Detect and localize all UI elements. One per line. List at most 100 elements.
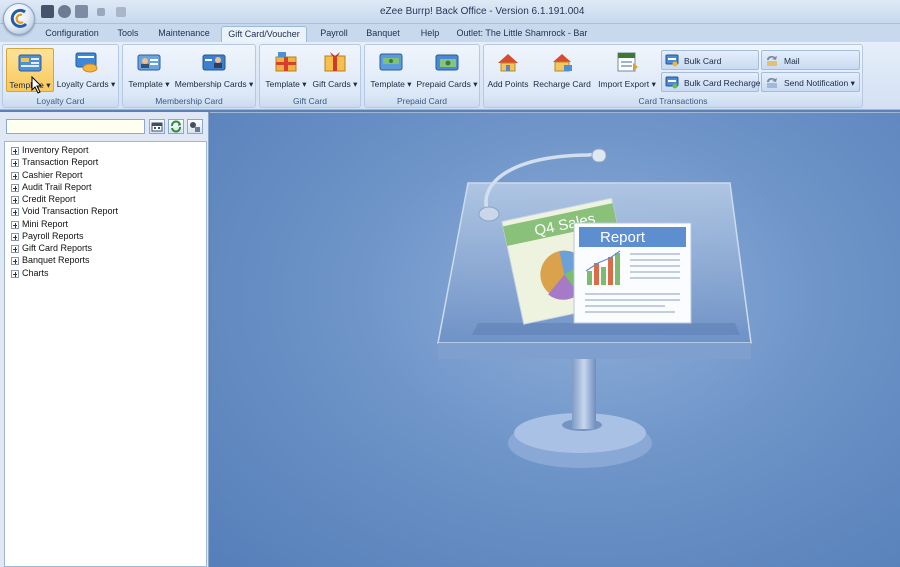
recharge-card-label: Recharge Card xyxy=(533,79,591,89)
mail-icon xyxy=(767,56,777,66)
tree-item-label: Cashier Report xyxy=(22,169,83,180)
member-card-icon xyxy=(202,54,226,71)
expand-icon[interactable] xyxy=(11,257,19,266)
recharge-card-icon xyxy=(553,54,572,72)
calculator-icon[interactable] xyxy=(41,5,54,18)
expand-icon[interactable] xyxy=(11,183,19,192)
group-loyalty-card: Template ▾ Loyalty Cards ▾ Loyalty Card xyxy=(2,44,119,108)
minimize-icon[interactable] xyxy=(97,8,105,16)
loyalty-cards-button[interactable]: Loyalty Cards ▾ xyxy=(56,48,116,92)
refresh-button[interactable] xyxy=(168,119,184,134)
mail-button[interactable]: Mail xyxy=(761,50,860,70)
expand-icon[interactable] xyxy=(11,171,19,180)
prepaid-template-label: Template xyxy=(370,79,405,89)
expand-icon[interactable] xyxy=(11,159,19,168)
filter-icon xyxy=(190,122,200,132)
main-area: Q4 Sales Report xyxy=(210,112,900,567)
notification-icon xyxy=(767,78,777,88)
dropdown-arrow-icon: ▾ xyxy=(353,79,358,89)
app-menu-orb[interactable] xyxy=(3,3,35,35)
send-notification-button[interactable]: Send Notification ▾ xyxy=(761,72,860,92)
prepaid-card-icon xyxy=(435,54,459,71)
send-notification-label: Send Notification ▾ xyxy=(784,78,855,89)
prepaid-template-button[interactable]: Template ▾ xyxy=(367,48,415,92)
send-notification-text: Send Notification xyxy=(784,78,849,88)
tab-banquet[interactable]: Banquet xyxy=(362,26,404,42)
tree-item-label: Audit Trail Report xyxy=(22,181,92,192)
calendar-button[interactable] xyxy=(149,119,165,134)
group-label-membership: Membership Card xyxy=(155,96,223,106)
add-points-button[interactable]: Add Points xyxy=(486,48,530,92)
tree-item-label: Payroll Reports xyxy=(22,230,84,241)
dropdown-arrow-icon: ▾ xyxy=(46,80,51,90)
tab-help[interactable]: Help xyxy=(414,26,446,42)
tree-item-label: Mini Report xyxy=(22,218,69,229)
outlet-label: Outlet: The Little Shamrock - Bar xyxy=(456,28,588,38)
tab-tools[interactable]: Tools xyxy=(112,26,144,42)
membership-template-button[interactable]: Template ▾ xyxy=(125,48,173,92)
dropdown-arrow-icon: ▾ xyxy=(850,78,855,88)
gear-icon[interactable] xyxy=(58,5,71,18)
group-prepaid-card: Template ▾ Prepaid Cards ▾ Prepaid Card xyxy=(364,44,480,108)
help-icon[interactable] xyxy=(116,7,126,17)
gift-template-button[interactable]: Template ▾ xyxy=(262,48,310,92)
bulk-card-button[interactable]: Bulk Card xyxy=(661,50,759,70)
prepaid-cards-button[interactable]: Prepaid Cards ▾ xyxy=(416,48,478,92)
dropdown-arrow-icon: ▾ xyxy=(165,79,170,89)
expand-icon[interactable] xyxy=(11,147,19,155)
add-points-label: Add Points xyxy=(487,79,529,89)
tab-gift-card-voucher[interactable]: Gift Card/Voucher xyxy=(221,26,307,42)
expand-icon[interactable] xyxy=(11,208,19,217)
app-logo-icon xyxy=(10,8,28,28)
report-tree: Inventory Report Transaction Report Cashie… xyxy=(4,141,207,567)
gift-cards-button[interactable]: Gift Cards ▾ xyxy=(310,48,360,92)
dropdown-arrow-icon: ▾ xyxy=(407,79,412,89)
mouse-cursor-icon xyxy=(31,76,43,94)
bulk-card-icon xyxy=(665,54,679,67)
add-points-icon xyxy=(498,54,518,72)
bulk-recharge-icon xyxy=(665,76,679,89)
dropdown-arrow-icon: ▾ xyxy=(302,79,307,89)
expand-icon[interactable] xyxy=(11,232,19,241)
bulk-card-recharge-button[interactable]: Bulk Card Recharge xyxy=(661,72,761,92)
group-label-gift: Gift Card xyxy=(292,96,327,106)
tree-item-label: Void Transaction Report xyxy=(22,206,119,217)
tree-item-label: Credit Report xyxy=(22,194,76,204)
gift-template-icon xyxy=(275,52,297,72)
template-card-icon xyxy=(18,54,42,72)
tree-item-label: Charts xyxy=(22,267,49,278)
membership-cards-label: Membership Cards xyxy=(174,79,247,89)
import-export-label: Import Export xyxy=(598,79,650,89)
home-icon[interactable] xyxy=(75,5,88,18)
dropdown-arrow-icon: ▾ xyxy=(248,79,254,89)
import-export-button[interactable]: Import Export ▾ xyxy=(594,48,660,92)
recharge-card-button[interactable]: Recharge Card xyxy=(532,48,592,92)
import-export-icon xyxy=(617,52,638,72)
expand-icon[interactable] xyxy=(11,220,19,229)
group-label-loyalty: Loyalty Card xyxy=(36,96,85,106)
expand-icon[interactable] xyxy=(11,245,19,253)
membership-cards-button[interactable]: Membership Cards ▾ xyxy=(174,48,254,92)
bulk-card-label: Bulk Card xyxy=(684,56,722,66)
search-input[interactable] xyxy=(6,119,145,134)
membership-template-label: Template xyxy=(128,79,163,89)
tab-payroll[interactable]: Payroll xyxy=(314,26,354,42)
member-template-icon xyxy=(137,54,161,71)
left-panel: Inventory Report Transaction Report Cashie… xyxy=(0,112,209,567)
dropdown-arrow-icon: ▾ xyxy=(651,79,656,89)
expand-icon[interactable] xyxy=(11,196,19,204)
tab-configuration[interactable]: Configuration xyxy=(42,26,102,42)
bulk-card-recharge-label: Bulk Card Recharge xyxy=(684,78,761,88)
loyalty-template-button[interactable]: Template ▾ xyxy=(6,48,54,92)
loyalty-cards-label: Loyalty Cards xyxy=(56,79,109,89)
tree-item-label: Gift Card Reports xyxy=(22,243,93,253)
refresh-icon xyxy=(171,120,181,133)
title-bar: eZee Burrp! Back Office - Version 6.1.19… xyxy=(0,0,900,24)
group-gift-card: Template ▾ Gift Cards ▾ Gift Card xyxy=(259,44,361,108)
tree-item-label: Inventory Report xyxy=(22,145,89,155)
filter-button[interactable] xyxy=(187,119,203,134)
tab-maintenance[interactable]: Maintenance xyxy=(154,26,214,42)
window-title: eZee Burrp! Back Office - Version 6.1.19… xyxy=(380,6,585,17)
group-label-transactions: Card Transactions xyxy=(638,96,708,106)
expand-icon[interactable] xyxy=(11,269,19,278)
